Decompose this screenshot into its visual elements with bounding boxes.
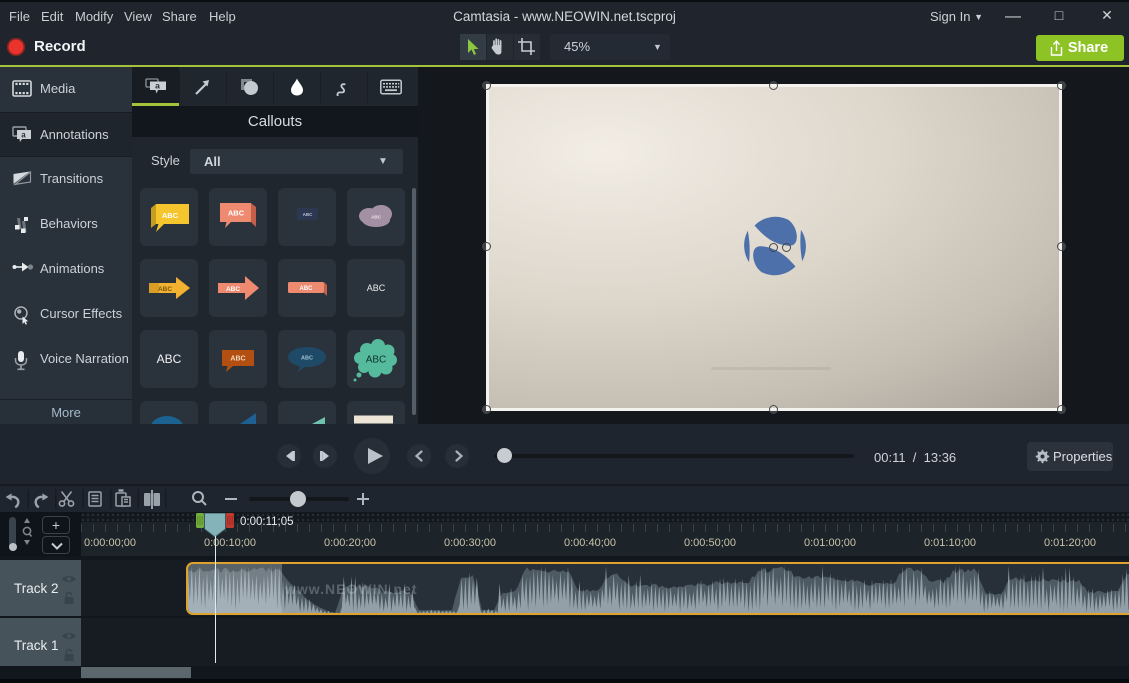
svg-text:ABC: ABC <box>366 355 387 366</box>
svg-text:ABC: ABC <box>230 356 245 363</box>
svg-text:ABC: ABC <box>228 209 245 218</box>
svg-text:a: a <box>155 80 160 90</box>
svg-text:ABC: ABC <box>226 286 240 293</box>
svg-text:ABC: ABC <box>157 352 182 366</box>
svg-text:ABC: ABC <box>371 215 381 220</box>
svg-text:ABC: ABC <box>301 356 313 362</box>
svg-text:a: a <box>21 131 26 140</box>
svg-text:ABC: ABC <box>367 283 386 293</box>
svg-text:ABC: ABC <box>158 286 172 293</box>
svg-text:ABC: ABC <box>162 211 179 220</box>
svg-text:ABC: ABC <box>303 212 313 217</box>
svg-text:ABC: ABC <box>300 286 314 292</box>
